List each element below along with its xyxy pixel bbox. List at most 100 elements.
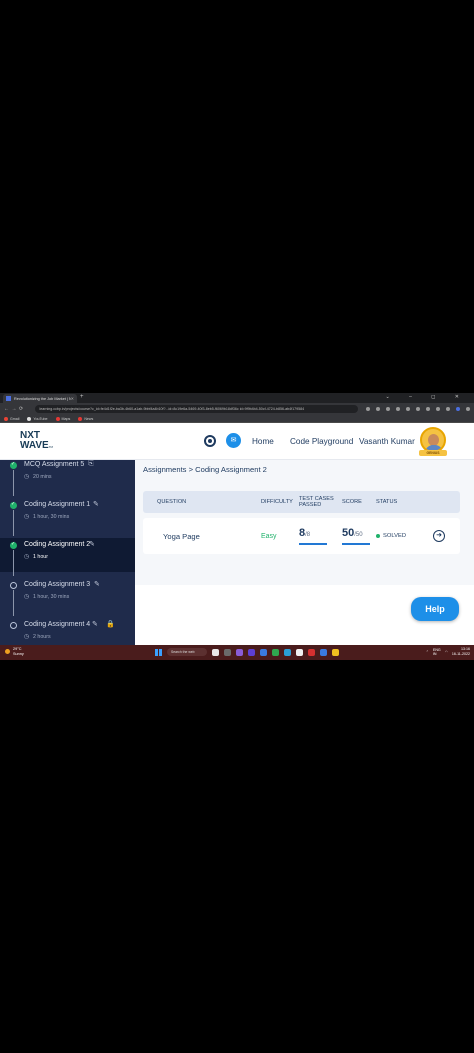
completed-check-icon — [10, 541, 17, 549]
extension-icons[interactable] — [366, 407, 471, 411]
sidebar-item[interactable]: Coding Assignment 4 ✎ 🔒 ◷ 2 hours — [0, 618, 135, 645]
window-controls[interactable]: ⌄ – ◻ ✕ — [386, 394, 468, 400]
menu-icon[interactable] — [466, 407, 471, 411]
clock-icon: ◷ — [24, 514, 30, 520]
table-header: QUESTION DIFFICULTY TEST CASES PASSED SCO… — [143, 491, 460, 513]
extension-icon[interactable] — [406, 407, 411, 411]
table-row[interactable]: Yoga Page Easy 8/8 50/50 SOLVED ➜ — [143, 518, 460, 554]
clock-icon: ◷ — [24, 594, 30, 600]
open-question-button[interactable]: ➜ — [433, 530, 445, 542]
sidebar-item[interactable]: Coding Assignment 2✎ ◷1 hour — [0, 538, 135, 576]
bookmark-label: YouTube — [33, 416, 48, 421]
new-tab-button[interactable]: + — [80, 394, 84, 400]
extension-icon[interactable] — [386, 407, 391, 411]
wifi-icon[interactable]: ◠ — [445, 650, 448, 654]
forward-icon[interactable]: → — [12, 406, 20, 412]
browser-tab[interactable]: Revolutionizing the Job Market | NxtWave… — [3, 394, 77, 403]
col-test-cases: TEST CASES PASSED — [299, 496, 334, 508]
main-content: Assignments > Coding Assignment 2 QUESTI… — [135, 460, 474, 645]
taskbar-app-icon[interactable] — [260, 648, 267, 656]
reload-icon[interactable]: ⟳ — [19, 406, 27, 412]
nav-home[interactable]: Home — [252, 437, 274, 446]
col-score: SCORE — [342, 499, 362, 505]
taskbar-app-icon[interactable] — [212, 648, 219, 656]
assignment-sidebar: MCQ Assignment 5⎘◷20 mins Coding Assignme… — [0, 460, 135, 645]
user-name[interactable]: Vasanth Kumar — [359, 437, 415, 446]
question-name[interactable]: Yoga Page — [163, 532, 200, 541]
score-earned: 50 — [342, 527, 355, 539]
sidebar-item-duration: 2 hours — [33, 634, 51, 640]
date: 16-11-2022 — [451, 652, 470, 656]
time: 13:16 — [461, 647, 470, 651]
edit-icon: ✎ — [93, 501, 99, 508]
nav-code-playground[interactable]: Code Playground — [290, 437, 353, 446]
back-icon[interactable]: ← — [4, 406, 12, 412]
taskbar-app-icon[interactable] — [272, 648, 279, 656]
sidebar-item[interactable]: MCQ Assignment 5⎘ ◷20 mins — [0, 460, 135, 496]
timeline-connector — [13, 590, 14, 616]
extension-icon[interactable] — [396, 407, 401, 411]
edit-icon: ✎ — [94, 581, 100, 588]
clipboard-icon: ⎘ — [88, 460, 94, 467]
taskbar-app-icon[interactable] — [320, 648, 327, 656]
tray-chevron-icon[interactable]: ⌃ — [426, 650, 429, 654]
sidebar-item-label: MCQ Assignment 5 — [24, 461, 85, 468]
edit-icon: ✎ — [89, 541, 95, 548]
breadcrumb[interactable]: Assignments > Coding Assignment 2 — [143, 465, 267, 474]
bookmark-item[interactable]: Maps — [55, 416, 71, 421]
taskbar-search[interactable]: Search the web — [167, 648, 207, 656]
test-cases-value: 8/8 — [299, 527, 310, 539]
taskbar-apps: Search the web — [155, 648, 339, 656]
extension-icon[interactable] — [376, 407, 381, 411]
bookmark-label: Maps — [61, 416, 71, 421]
chat-icon[interactable]: ✉ — [226, 433, 241, 448]
bookmark-item[interactable]: News — [78, 416, 94, 421]
extension-icon[interactable] — [366, 407, 371, 411]
sidebar-item-label: Coding Assignment 2 — [24, 541, 91, 548]
weather-widget[interactable]: 29°C Sunny — [5, 647, 24, 657]
url-input[interactable]: learning.ccbp.in/projects/course?c_id=fe… — [34, 405, 359, 413]
windows-start-icon[interactable] — [155, 648, 162, 656]
bookmark-item[interactable]: Gmail — [4, 416, 19, 421]
sidebar-item[interactable]: Coding Assignment 1✎ ◷1 hour, 30 mins — [0, 498, 135, 536]
favicon-icon — [6, 396, 11, 401]
system-tray: ⌃ ENG IN ◠ 13:16 16-11-2022 — [426, 647, 470, 657]
bookmark-label: News — [84, 416, 94, 421]
sidebar-item[interactable]: Coding Assignment 3 ✎ ◷ 1 hour, 30 mins — [0, 578, 135, 616]
col-status: STATUS — [376, 499, 398, 505]
extension-icon[interactable] — [436, 407, 441, 411]
taskbar-app-icon[interactable] — [224, 648, 231, 656]
logo-line-2: WAVE — [20, 440, 49, 451]
logo-tm: TM — [48, 445, 54, 449]
extension-icon[interactable] — [426, 407, 431, 411]
taskbar-app-icon[interactable] — [284, 648, 291, 656]
sidebar-item-label: Coding Assignment 1 — [24, 501, 91, 508]
pending-circle-icon — [10, 582, 17, 589]
taskbar-clock[interactable]: 13:16 16-11-2022 — [452, 647, 470, 657]
completed-check-icon — [10, 501, 17, 509]
help-button[interactable]: Help — [411, 597, 459, 621]
address-bar-row: ← → ⟳ learning.ccbp.in/projects/course?c… — [0, 403, 474, 415]
taskbar-app-icon[interactable] — [236, 648, 243, 656]
browser-tab-strip: Revolutionizing the Job Market | NxtWave… — [0, 393, 474, 403]
lock-icon: 🔒 — [106, 621, 115, 628]
extension-icon[interactable] — [416, 407, 421, 411]
streak-icon[interactable] — [204, 435, 216, 447]
language-indicator[interactable]: ENG IN — [433, 648, 441, 656]
taskbar-app-icon[interactable] — [248, 648, 255, 656]
nxtwave-logo[interactable]: NXT WAVETM — [20, 431, 53, 452]
col-test-cases-line-2: PASSED — [299, 502, 322, 508]
clock-icon: ◷ — [24, 554, 30, 560]
close-tab-icon[interactable]: ✕ — [71, 396, 74, 401]
profile-icon[interactable] — [456, 407, 461, 411]
sidebar-item-label: Coding Assignment 3 — [24, 581, 91, 588]
test-cases-total: /8 — [305, 532, 311, 538]
taskbar-app-icon[interactable] — [332, 648, 339, 656]
taskbar-app-icon[interactable] — [296, 648, 303, 656]
taskbar-app-icon[interactable] — [308, 648, 315, 656]
extension-icon[interactable] — [446, 407, 451, 411]
bookmark-item[interactable]: YouTube — [27, 416, 48, 421]
temperature: 29°C — [13, 647, 22, 651]
test-cases-progress-bar — [299, 543, 327, 545]
edit-icon: ✎ — [92, 621, 98, 628]
